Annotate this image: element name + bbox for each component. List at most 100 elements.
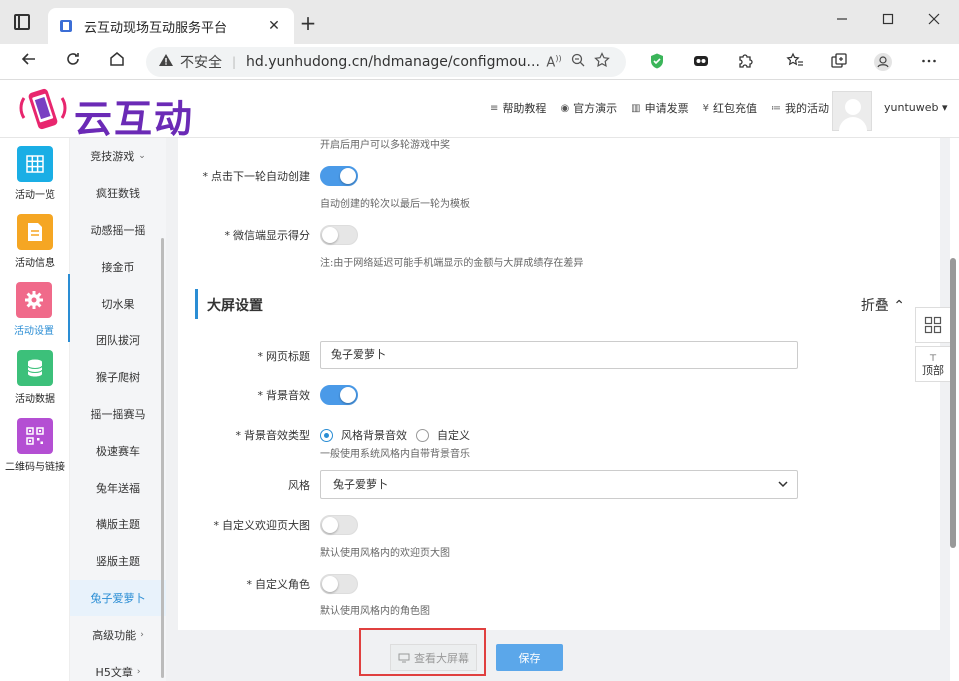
puzzle-icon[interactable] [734, 52, 756, 74]
custom-role-label: * 自定义角色 [246, 578, 311, 591]
collections-icon[interactable] [828, 52, 850, 74]
save-button[interactable]: 保存 [496, 644, 563, 671]
wechat-score-label: * 微信端显示得分 [224, 229, 311, 242]
auto-next-toggle[interactable] [320, 166, 358, 186]
game-submenu: 竞技游戏 ⌄ 疯狂数钱 动感摇一摇 接金币 切水果 团队拔河 猴子爬树 摇一摇赛马… [70, 138, 166, 681]
icon-sidebar: 活动一览 活动信息 活动设置 活动数据 二维码与链接 [0, 138, 70, 681]
document-icon [17, 214, 53, 250]
yuan-icon: ¥ [702, 102, 709, 114]
page-title-label: * 网页标题 [257, 350, 311, 363]
logo-phone-icon [18, 86, 68, 134]
custom-role-toggle[interactable] [320, 574, 358, 594]
logo-text: 云互动 [74, 97, 195, 141]
sidebar-item-overview[interactable]: 活动一览 [0, 138, 70, 206]
submenu-item[interactable]: 团队拔河 [70, 322, 166, 359]
reload-icon[interactable] [60, 50, 86, 76]
page-scrollbar[interactable] [950, 258, 956, 548]
page-title-input[interactable]: 兔子爱萝卜 [320, 341, 798, 369]
more-menu-icon[interactable] [918, 52, 940, 74]
username-menu[interactable]: yuntuweb ▾ [884, 101, 948, 114]
back-icon[interactable] [16, 50, 42, 76]
sidebar-item-settings[interactable]: 活动设置 [0, 274, 70, 342]
nav-recharge[interactable]: ¥ 红包充值 [703, 100, 757, 116]
radio-unchecked-icon [416, 428, 429, 442]
insecure-label: 不安全 [180, 55, 222, 71]
auto-next-label: * 点击下一轮自动创建 [202, 170, 311, 183]
chevron-down-icon: ⌄ [138, 151, 146, 162]
home-icon[interactable] [104, 50, 130, 76]
window-close-icon[interactable] [922, 10, 946, 34]
bg-sound-toggle[interactable] [320, 385, 358, 405]
submenu-item-competitive[interactable]: 竞技游戏 ⌄ [70, 138, 166, 175]
window-menu-icon[interactable] [14, 14, 30, 30]
zoom-icon[interactable] [566, 53, 590, 71]
radio-custom-sound[interactable]: 自定义 [416, 427, 470, 443]
warning-icon [158, 52, 174, 72]
submenu-item[interactable]: 接金币 [70, 248, 166, 285]
nav-help[interactable]: ≡ 帮助教程 [490, 100, 546, 116]
tab-close-icon[interactable]: ✕ [264, 18, 284, 34]
browser-toolbar: 不安全 | hd.yunhudong.cn/hdmanage/configmou… [0, 44, 959, 80]
submenu-item-h5[interactable]: H5文章 › [70, 653, 166, 681]
style-select[interactable]: 兔子爱萝卜 [320, 470, 798, 499]
submenu-item-rabbit-carrot[interactable]: 兔子爱萝卜 [70, 579, 166, 617]
browser-tabbar: 云互动现场互动服务平台 ✕ + [0, 0, 959, 44]
submenu-item[interactable]: 横版主题 [70, 506, 166, 543]
submenu-item[interactable]: 兔年送福 [70, 469, 166, 506]
wechat-score-toggle[interactable] [320, 225, 358, 245]
profile-icon[interactable] [872, 52, 894, 74]
favorites-icon[interactable] [784, 52, 806, 74]
submenu-scrollbar[interactable] [161, 238, 164, 678]
minimize-icon[interactable] [830, 10, 854, 34]
sidebar-item-qrcode[interactable]: 二维码与链接 [0, 410, 70, 478]
submenu-item[interactable]: 疯狂数钱 [70, 175, 166, 212]
custom-role-hint: 默认使用风格内的角色图 [320, 606, 430, 617]
avatar[interactable] [832, 91, 872, 131]
address-bar[interactable]: 不安全 | hd.yunhudong.cn/hdmanage/configmou… [146, 47, 626, 77]
wechat-score-hint: 注:由于网络延迟可能手机端显示的金额与大屏成绩存在差异 [320, 258, 584, 269]
multi-round-hint: 开启后用户可以多轮游戏中奖 [320, 140, 450, 151]
submenu-item[interactable]: 动感摇一摇 [70, 212, 166, 249]
demo-icon: ◉ [560, 102, 570, 114]
bg-sound-type-radios: 风格背景音效 自定义 [320, 427, 620, 443]
bg-sound-type-label: * 背景音效类型 [235, 429, 311, 442]
extension-icon[interactable] [690, 52, 712, 74]
submenu-item[interactable]: 竖版主题 [70, 543, 166, 580]
section-title: 大屏设置 [207, 298, 263, 314]
url-separator: | [232, 55, 237, 69]
add-favorite-icon[interactable] [590, 52, 614, 72]
qrcode-icon [924, 316, 942, 334]
new-tab-icon[interactable]: + [296, 12, 320, 36]
sidebar-item-data[interactable]: 活动数据 [0, 342, 70, 410]
settings-panel: 开启后用户可以多轮游戏中奖 * 点击下一轮自动创建 自动创建的轮次以最后一轮为模板… [178, 138, 940, 630]
submenu-item[interactable]: 猴子爬树 [70, 359, 166, 396]
help-icon: ≡ [490, 102, 499, 114]
qrcode-float-button[interactable] [915, 307, 951, 343]
browser-tab[interactable]: 云互动现场互动服务平台 ✕ [48, 8, 294, 44]
welcome-image-toggle[interactable] [320, 515, 358, 535]
sidebar-item-info[interactable]: 活动信息 [0, 206, 70, 274]
radio-style-sound[interactable]: 风格背景音效 [320, 427, 407, 443]
nav-invoice[interactable]: ▥ 申请发票 [631, 100, 688, 116]
tab-title: 云互动现场互动服务平台 [84, 20, 228, 36]
auto-next-hint: 自动创建的轮次以最后一轮为模板 [320, 199, 470, 210]
grid-icon [17, 146, 53, 182]
chevron-right-icon: › [136, 666, 141, 677]
shield-extension-icon[interactable] [646, 52, 668, 74]
submenu-item[interactable]: 极速赛车 [70, 432, 166, 469]
nav-demo[interactable]: ◉ 官方演示 [560, 100, 617, 116]
submenu-item-advanced[interactable]: 高级功能 › [70, 616, 166, 653]
welcome-image-hint: 默认使用风格内的欢迎页大图 [320, 548, 450, 559]
app-header: 云互动 ≡ 帮助教程 ◉ 官方演示 ▥ 申请发票 ¥ 红包充值 ≔ 我的活动 yuntuw… [0, 80, 959, 141]
url-text[interactable]: hd.yunhudong.cn/hdmanage/configmou... [246, 54, 542, 70]
back-to-top-button[interactable]: ⊤ 顶部 [915, 346, 951, 382]
nav-my-activities[interactable]: ≔ 我的活动 [771, 100, 829, 116]
chevron-down-icon [777, 471, 789, 508]
submenu-item[interactable]: 摇一摇赛马 [70, 396, 166, 433]
welcome-image-label: * 自定义欢迎页大图 [213, 519, 311, 532]
read-aloud-icon[interactable]: A)) [542, 54, 566, 70]
screen-settings-header: 大屏设置 折叠 ⌃ [195, 289, 923, 319]
submenu-item[interactable]: 切水果 [70, 285, 166, 322]
maximize-icon[interactable] [876, 10, 900, 34]
fold-button[interactable]: 折叠 ⌃ [861, 295, 905, 315]
